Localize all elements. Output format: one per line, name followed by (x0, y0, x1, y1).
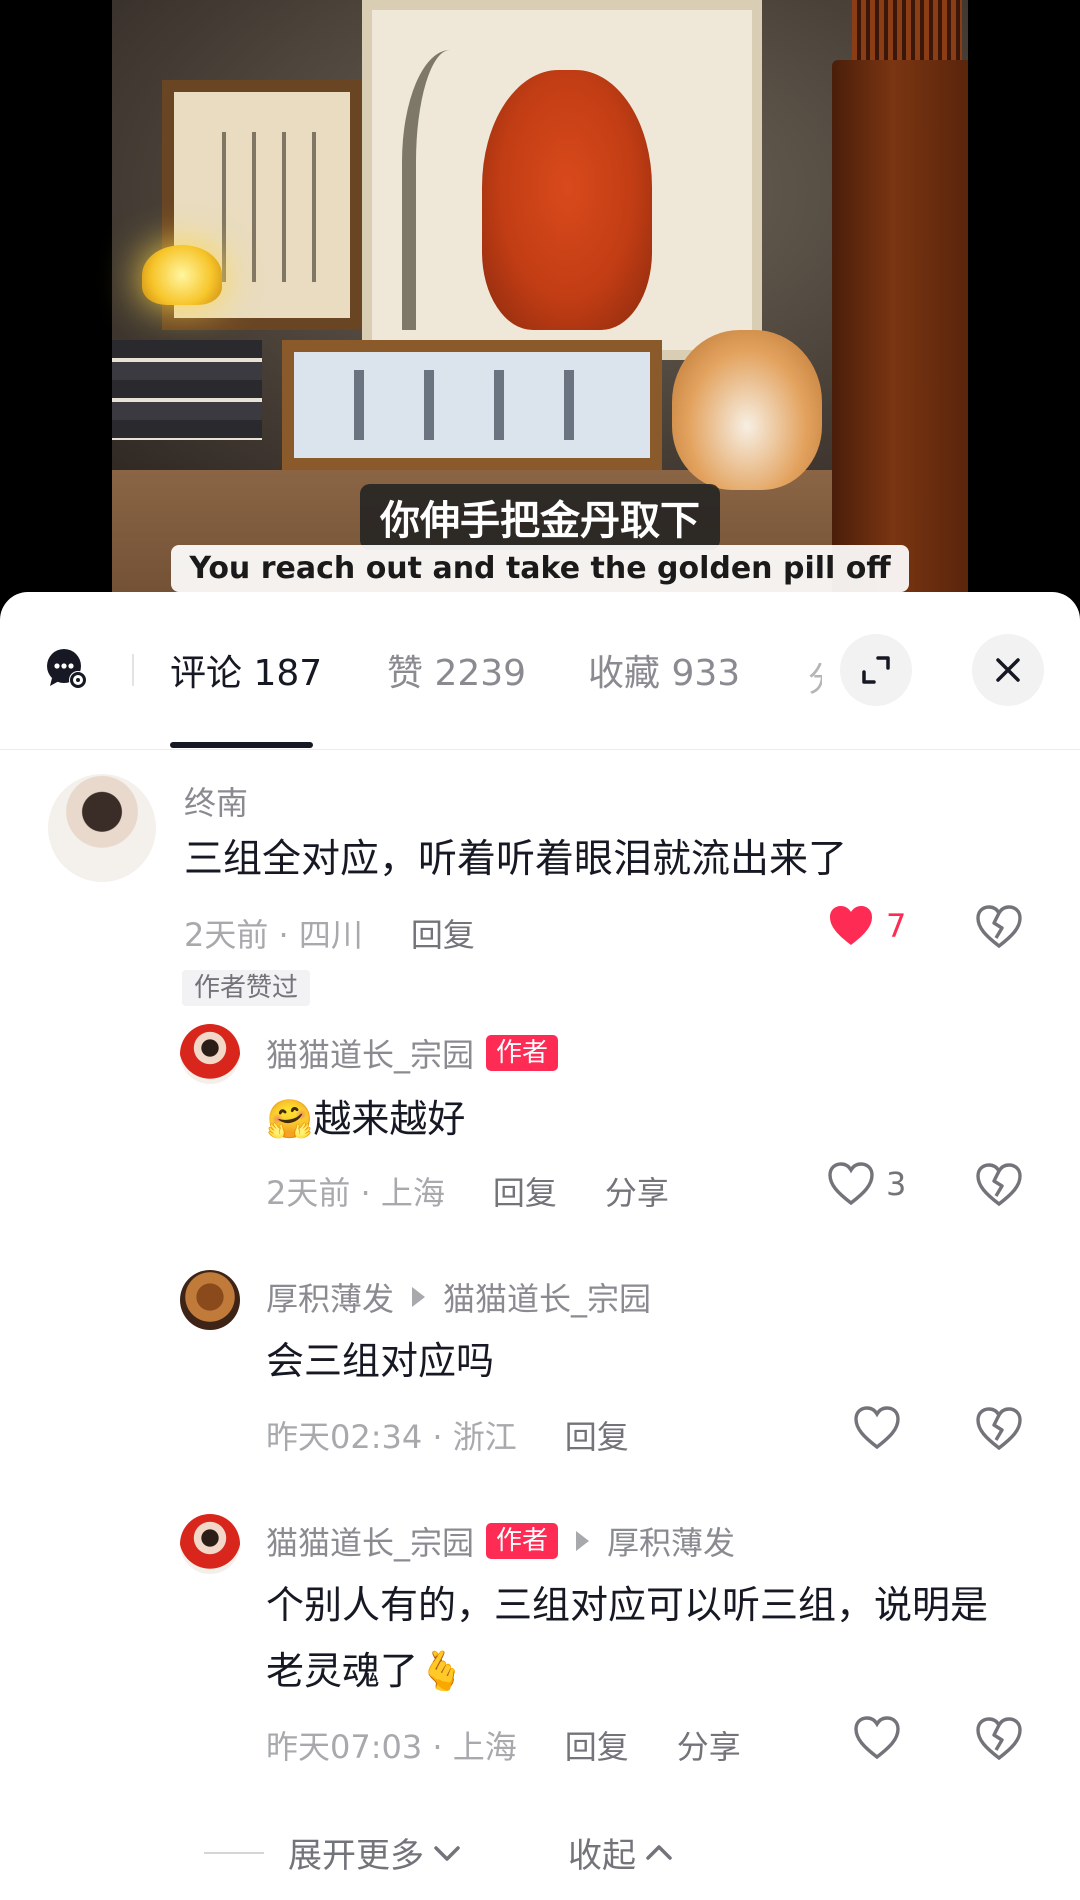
author-tag: 作者 (486, 1035, 559, 1071)
reply-button[interactable]: 回复 (565, 1418, 629, 1456)
tab-bar: 评论 187 赞 2239 收藏 933 分 (0, 592, 1080, 750)
video-player[interactable]: 你伸手把金丹取下 You reach out and take the gold… (0, 0, 1080, 640)
finger-heart-emoji: 🫰 (418, 1649, 466, 1693)
reply-text-line-content: 老灵魂了 (266, 1649, 419, 1693)
active-tab-indicator (170, 742, 313, 748)
chevron-down-icon (434, 1845, 460, 1861)
reply-text-line: 个别人有的，三组对应可以听三组，说明是 (266, 1583, 989, 1627)
comment-time-location: 2天前 · 四川 (184, 916, 363, 954)
reply-time-location: 昨天02:34 · 浙江 (266, 1418, 517, 1456)
like-button[interactable]: 3 (828, 1162, 906, 1206)
reply-text: 会三组对应吗 (266, 1339, 495, 1383)
like-count: 3 (886, 1165, 907, 1203)
small-calligraphy-frame-image (282, 340, 662, 470)
expand-more-button[interactable]: 展开更多 (288, 1828, 464, 1877)
reply-button[interactable]: 回复 (411, 916, 475, 954)
reply-text: 个别人有的，三组对应可以听三组，说明是 老灵魂了🫰 (266, 1572, 1056, 1704)
like-count: 7 (886, 907, 907, 945)
heart-outline-icon (854, 1406, 900, 1450)
expand-icon (862, 656, 890, 684)
shiba-figurine-image (672, 330, 822, 490)
reply-username: 厚积薄发 猫猫道长_宗园 (266, 1274, 651, 1320)
subtitle-chinese-text: 你伸手把金丹取下 (360, 484, 720, 550)
reply-meta: 昨天07:03 · 上海 回复 分享 (266, 1722, 741, 1768)
reply-to-arrow-icon (412, 1287, 426, 1307)
tab-comments[interactable]: 评论 187 (170, 644, 322, 696)
share-button[interactable]: 分享 (605, 1174, 669, 1212)
reply-text-content: 越来越好 (313, 1097, 466, 1141)
tab-likes[interactable]: 赞 2239 (387, 644, 526, 696)
footer-divider-line (204, 1852, 264, 1854)
replies-footer: 展开更多 收起 (0, 1822, 1080, 1882)
heart-outline-icon (828, 1162, 874, 1206)
reply-text-line: 老灵魂了🫰 (266, 1638, 1056, 1704)
collapse-button[interactable]: 收起 (568, 1828, 676, 1877)
subtitle-english: You reach out and take the golden pill o… (0, 545, 1080, 592)
comment-meta: 2天前 · 四川 回复 (184, 910, 475, 956)
avatar[interactable] (180, 1024, 240, 1084)
chevron-up-icon (646, 1844, 672, 1860)
comment-panel: 评论 187 赞 2239 收藏 933 分 终南 三组全对应，听着听着眼泪就流… (0, 592, 1080, 1900)
reply-username-text[interactable]: 厚积薄发 (266, 1274, 394, 1320)
avatar[interactable] (48, 774, 156, 882)
tab-overflow-partial[interactable]: 分 (808, 652, 822, 701)
like-button[interactable] (854, 1716, 900, 1760)
reply-to-username[interactable]: 猫猫道长_宗园 (443, 1274, 651, 1320)
reply-username: 猫猫道长_宗园 作者 厚积薄发 (266, 1518, 735, 1564)
heart-outline-icon (854, 1716, 900, 1760)
subtitle-english-text: You reach out and take the golden pill o… (171, 545, 909, 592)
like-button[interactable] (854, 1406, 900, 1450)
subtitle-chinese: 你伸手把金丹取下 (0, 484, 1080, 550)
comment-username[interactable]: 终南 (184, 778, 248, 824)
reply-text: 🤗越来越好 (266, 1086, 465, 1152)
avatar[interactable] (180, 1270, 240, 1330)
avatar[interactable] (180, 1514, 240, 1574)
reply-time-location: 昨天07:03 · 上海 (266, 1728, 517, 1766)
painting-image (362, 0, 762, 360)
tab-divider (132, 654, 134, 686)
author-tag: 作者 (486, 1523, 559, 1559)
reply-username-text[interactable]: 猫猫道长_宗园 (266, 1518, 474, 1564)
tab-favorites[interactable]: 收藏 933 (588, 644, 740, 696)
author-liked-badge: 作者赞过 (182, 970, 311, 1006)
reply-username-text[interactable]: 猫猫道长_宗园 (266, 1030, 474, 1076)
share-button[interactable]: 分享 (677, 1728, 741, 1766)
like-button[interactable]: 7 (828, 904, 906, 948)
close-button[interactable] (972, 634, 1044, 706)
close-icon (996, 658, 1020, 682)
reply-meta: 2天前 · 上海 回复 分享 (266, 1168, 669, 1214)
broken-heart-icon[interactable] (976, 1716, 1022, 1762)
broken-heart-icon[interactable] (976, 1162, 1022, 1208)
hug-emoji: 🤗 (266, 1097, 314, 1141)
heart-filled-icon (830, 906, 872, 945)
expand-more-label: 展开更多 (288, 1836, 424, 1876)
reply-to-username[interactable]: 厚积薄发 (607, 1518, 735, 1564)
reply-username: 猫猫道长_宗园 作者 (266, 1030, 559, 1076)
chat-settings-icon[interactable] (44, 646, 90, 692)
reply-time-location: 2天前 · 上海 (266, 1174, 445, 1212)
books-image (112, 340, 262, 440)
broken-heart-icon[interactable] (976, 904, 1022, 950)
broken-heart-icon[interactable] (976, 1406, 1022, 1452)
expand-button[interactable] (840, 634, 912, 706)
comment-text: 三组全对应，听着听着眼泪就流出来了 (184, 837, 848, 882)
collapse-label: 收起 (568, 1836, 636, 1876)
reply-to-arrow-icon (576, 1531, 590, 1551)
reply-button[interactable]: 回复 (493, 1174, 557, 1212)
lotus-lamp-image (142, 245, 222, 305)
reply-button[interactable]: 回复 (565, 1728, 629, 1766)
reply-meta: 昨天02:34 · 浙江 回复 (266, 1412, 629, 1458)
